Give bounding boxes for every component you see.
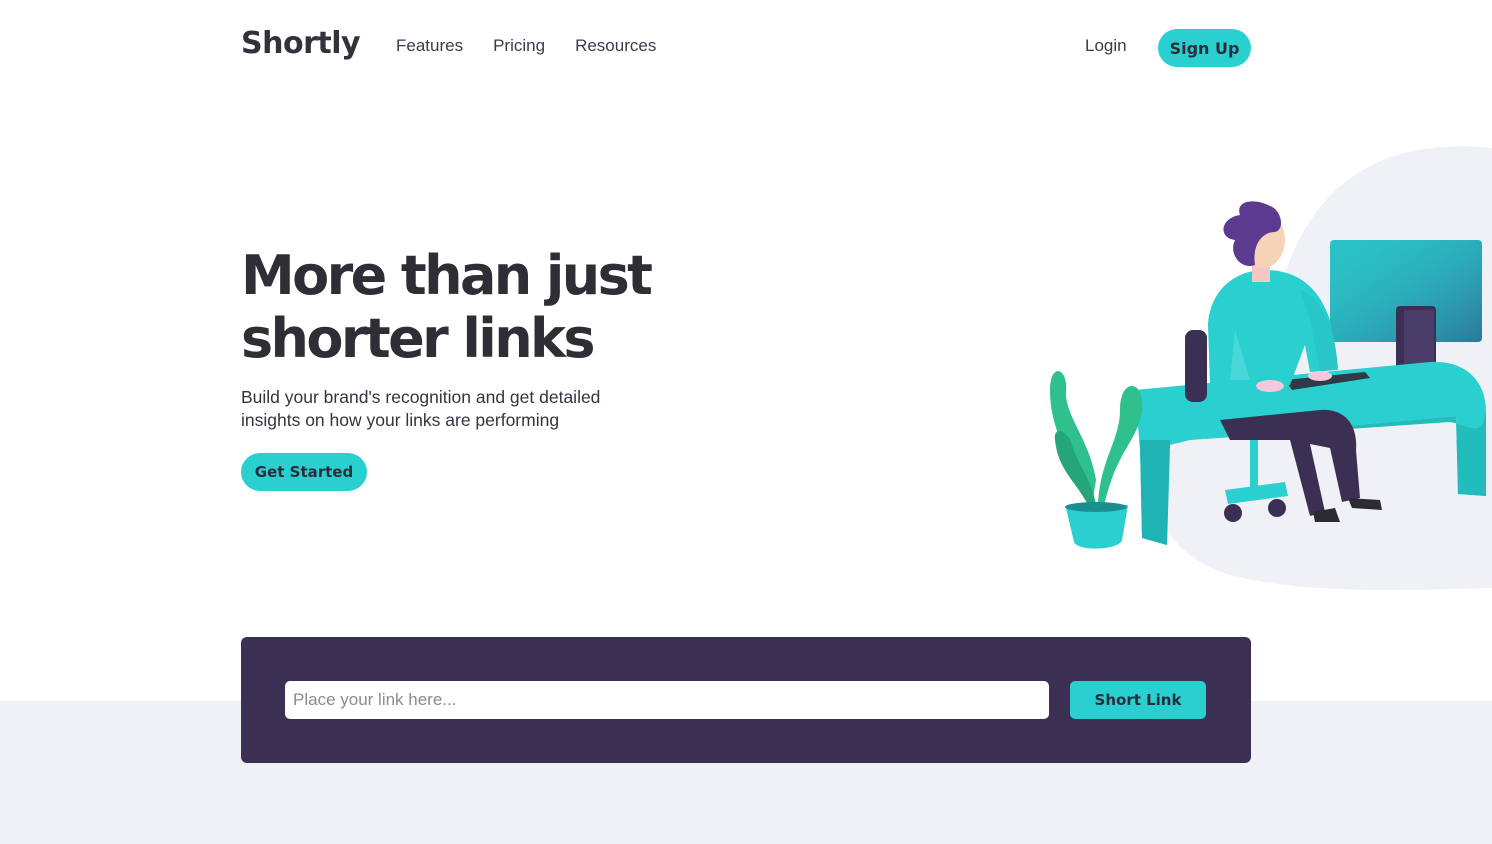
plant-pot-rim	[1065, 502, 1127, 512]
plant-leaf-2	[1098, 386, 1143, 505]
person-hand-right	[1308, 371, 1332, 381]
link-input[interactable]	[285, 681, 1049, 719]
nav-link-resources[interactable]: Resources	[575, 36, 656, 56]
login-link[interactable]: Login	[1085, 36, 1127, 56]
logo[interactable]: Shortly	[241, 26, 361, 61]
hero-title-line-1: More than just	[241, 244, 653, 307]
hero-title: More than just shorter links	[241, 244, 701, 370]
nav-link-features[interactable]: Features	[396, 36, 463, 56]
short-link-button[interactable]: Short Link	[1070, 681, 1206, 719]
landing-page: Shortly Features Pricing Resources Login…	[0, 0, 1492, 844]
chair-wheel-right	[1268, 499, 1286, 517]
chair-wheel-left	[1224, 504, 1242, 522]
person-working-illustration	[1050, 146, 1492, 591]
main-nav: Features Pricing Resources	[396, 36, 686, 56]
signup-button[interactable]: Sign Up	[1158, 29, 1251, 67]
hero-title-line-2: shorter links	[241, 307, 596, 370]
person-hand-left	[1256, 380, 1284, 392]
hero-subtitle: Build your brand's recognition and get d…	[241, 387, 601, 430]
nav-link-pricing[interactable]: Pricing	[493, 36, 545, 56]
get-started-button[interactable]: Get Started	[241, 453, 367, 491]
shorten-form-panel: Short Link	[241, 637, 1251, 763]
chair-back	[1185, 330, 1207, 402]
